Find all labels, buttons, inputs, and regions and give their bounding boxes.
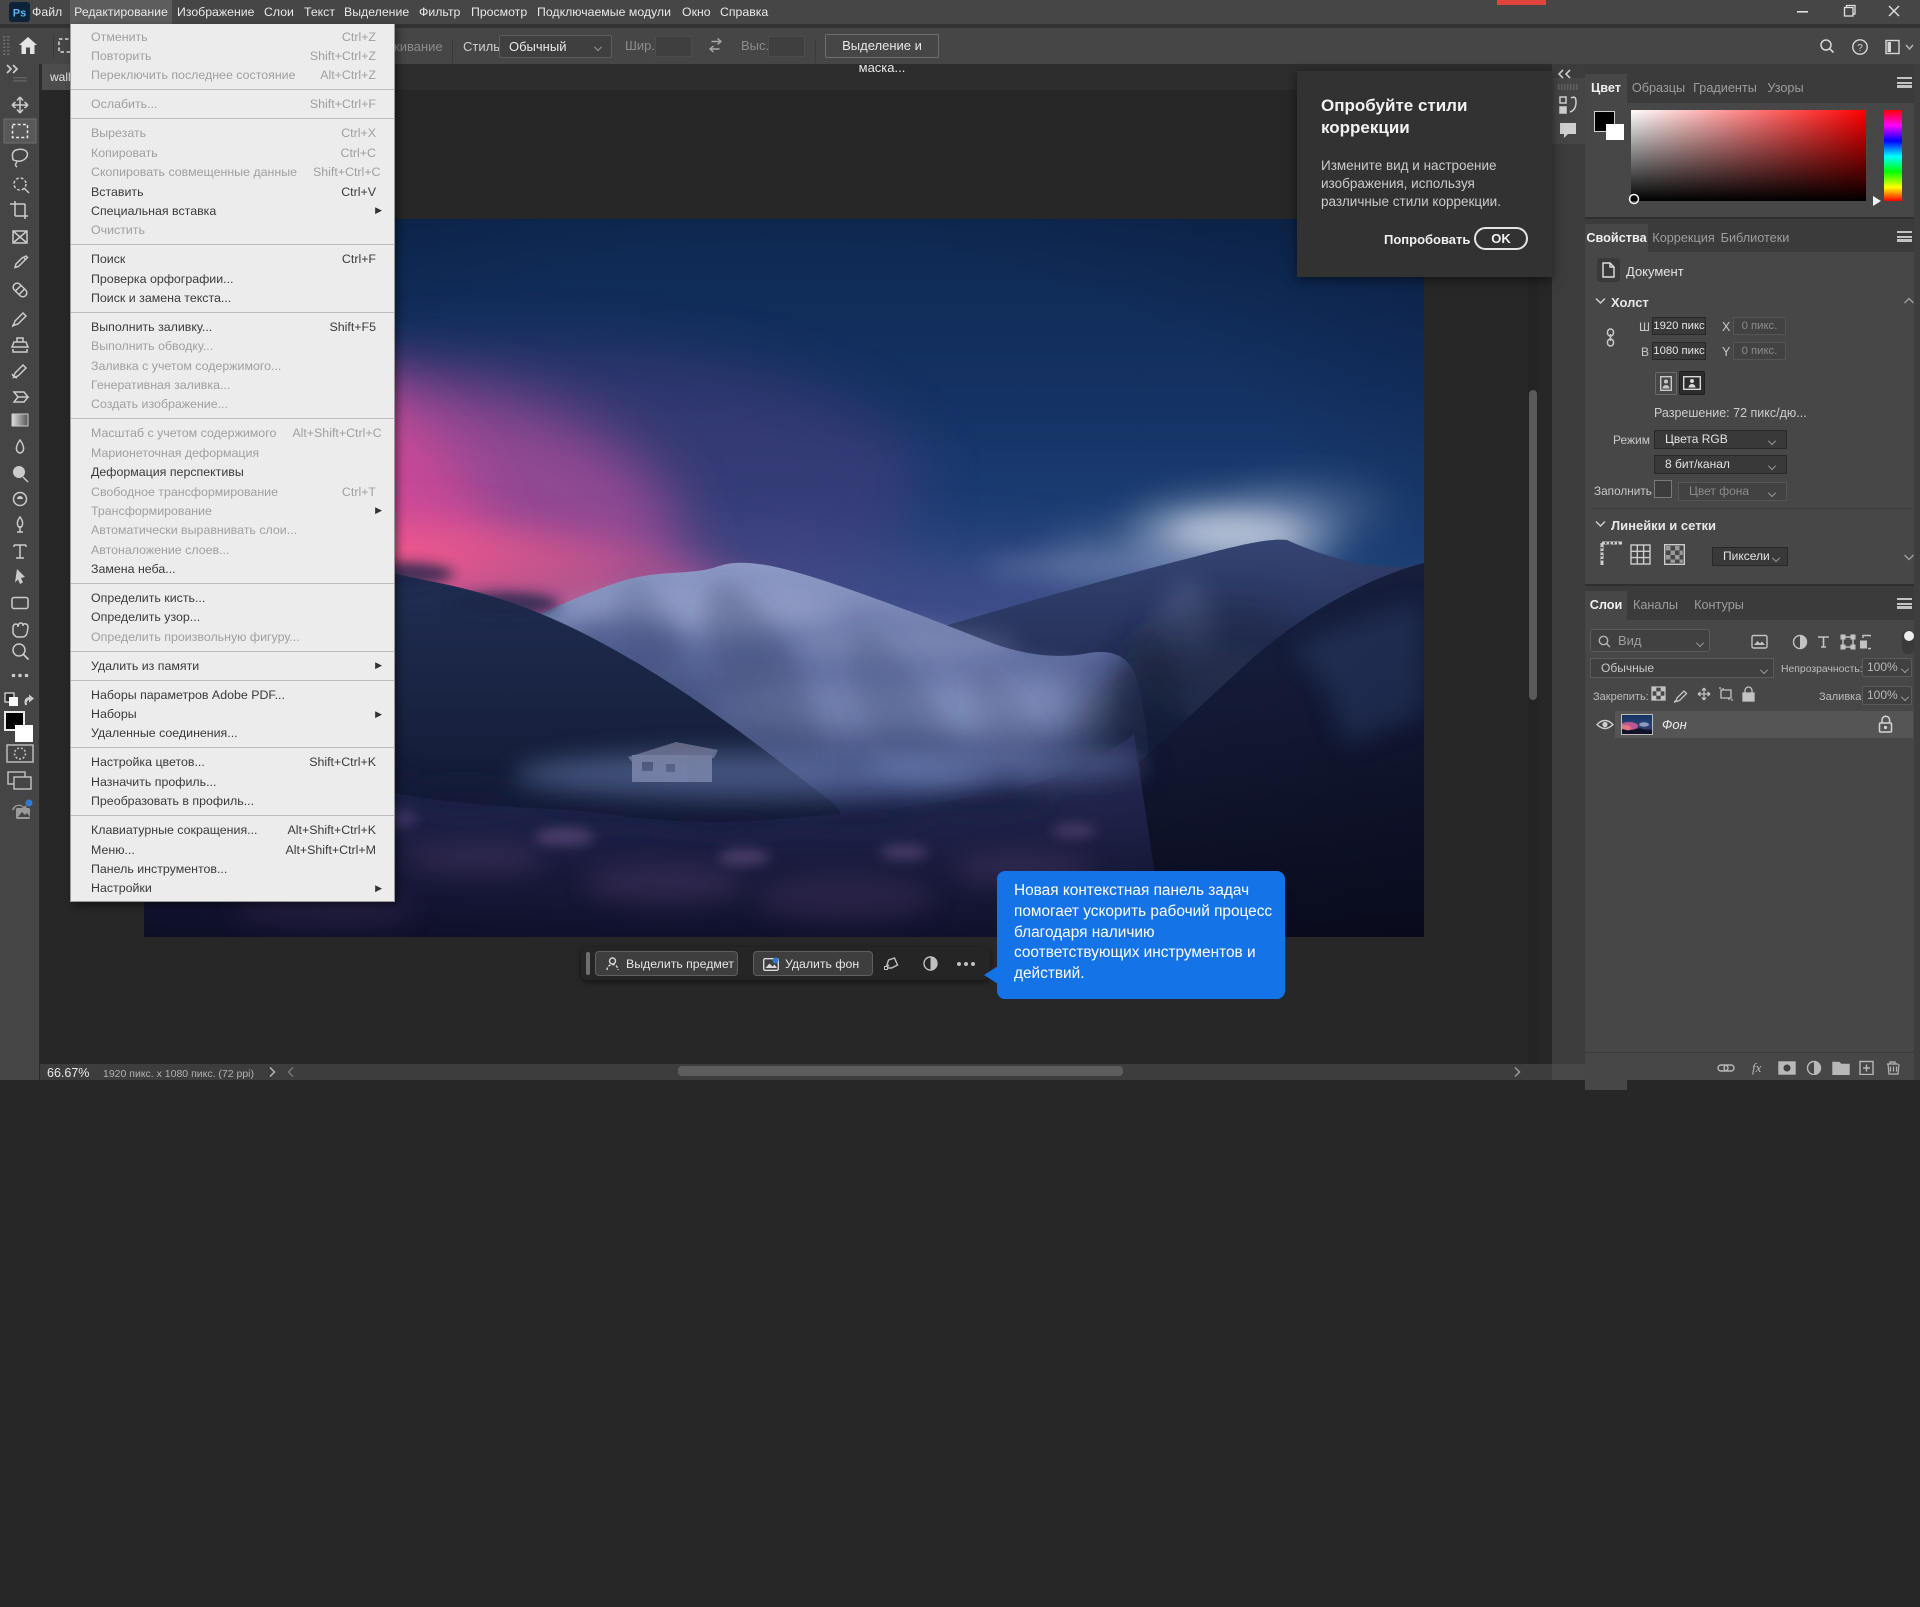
svg-text:?: ? [1857, 43, 1863, 54]
svg-text:fx: fx [1752, 1060, 1762, 1075]
svg-text:Ps: Ps [13, 8, 26, 20]
